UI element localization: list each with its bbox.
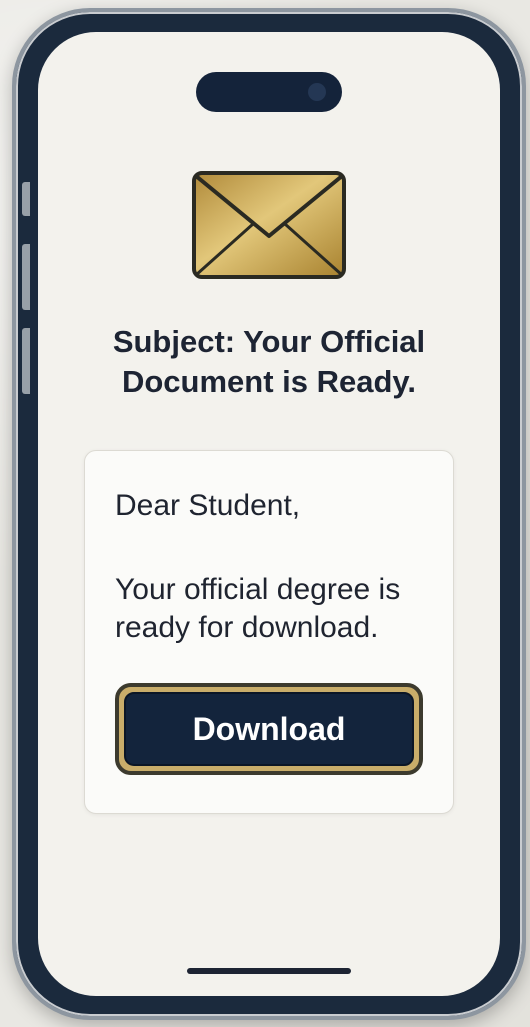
camera-lens <box>308 83 326 101</box>
phone-frame: Subject: Your Official Document is Ready… <box>12 8 526 1020</box>
download-button-label: Download <box>124 692 414 766</box>
phone-volume-down-button <box>22 328 30 394</box>
email-message: Your official degree is ready for downlo… <box>115 573 401 644</box>
email-subject: Subject: Your Official Document is Ready… <box>112 324 426 399</box>
email-card: Dear Student, Your official degree is re… <box>84 450 454 814</box>
email-greeting: Dear Student, <box>115 489 301 522</box>
download-button[interactable]: Download <box>115 683 423 775</box>
phone-side-button <box>22 182 30 216</box>
envelope-icon <box>192 171 346 279</box>
phone-screen: Subject: Your Official Document is Ready… <box>38 32 500 996</box>
phone-volume-up-button <box>22 244 30 310</box>
home-indicator[interactable] <box>187 968 351 974</box>
dynamic-island <box>196 72 342 112</box>
